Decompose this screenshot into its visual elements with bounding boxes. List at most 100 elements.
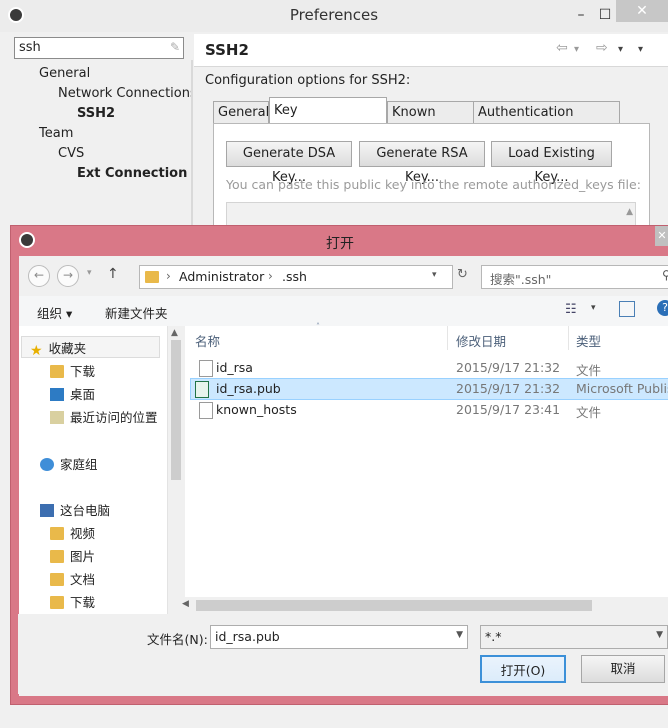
scroll-up-icon[interactable]: ▲ [171, 328, 178, 338]
column-separator[interactable] [568, 326, 569, 350]
filter-input[interactable]: ssh ✎ [14, 37, 184, 59]
filename-dropdown-icon[interactable]: ▼ [456, 630, 463, 640]
column-date[interactable]: 修改日期 [456, 331, 506, 350]
nav-videos[interactable]: 视频 [50, 523, 95, 542]
view-options-icon[interactable]: ☷ [565, 302, 577, 317]
folder-icon [145, 271, 159, 283]
scroll-up-icon[interactable]: ▲ [626, 207, 633, 217]
breadcrumb-separator-icon: › [268, 269, 273, 283]
command-bar: 组织 ▾ 新建文件夹 ☷ ▾ ? [19, 296, 668, 327]
page-title: SSH2 [205, 41, 249, 59]
refresh-icon[interactable]: ↻ [457, 267, 468, 282]
back-arrow-icon[interactable]: ⇦ [556, 40, 568, 56]
filename-input[interactable]: id_rsa.pub ▼ [210, 625, 468, 649]
tree-item-network-connections[interactable]: Network Connections [58, 86, 192, 101]
load-existing-key-button[interactable]: Load Existing Key... [491, 141, 612, 185]
nav-pictures-label: 图片 [70, 549, 96, 564]
organize-button[interactable]: 组织 ▾ [37, 303, 72, 322]
tree-item-general[interactable]: General [39, 66, 90, 81]
file-type-dropdown-icon[interactable]: ▼ [656, 630, 663, 640]
column-separator[interactable] [447, 326, 448, 350]
tab-authentication-methods[interactable]: Authentication Methods [473, 101, 620, 141]
recent-locations-icon[interactable]: ▾ [87, 268, 92, 278]
nav-videos-label: 视频 [70, 526, 96, 541]
nav-desktop-label: 桌面 [70, 387, 96, 402]
back-dropdown-icon[interactable]: ▾ [574, 44, 579, 55]
search-placeholder: 搜索".ssh" [490, 272, 552, 287]
preferences-tree: General Network Connections SSH2 Team CV… [14, 62, 192, 232]
forward-button[interactable]: → [57, 265, 79, 287]
nav-this-pc-label: 这台电脑 [60, 503, 111, 518]
nav-downloads[interactable]: 下载 [50, 361, 95, 380]
breadcrumb-administrator[interactable]: Administrator [179, 269, 264, 284]
nav-recent[interactable]: 最近访问的位置 [50, 407, 158, 426]
scroll-left-icon[interactable]: ◀ [182, 599, 189, 609]
help-icon[interactable]: ? [657, 300, 668, 316]
clear-filter-icon[interactable]: ✎ [170, 40, 180, 54]
desktop-icon [50, 388, 64, 401]
generate-dsa-button[interactable]: Generate DSA Key... [226, 141, 352, 185]
sash[interactable] [191, 60, 193, 240]
address-bar[interactable]: › Administrator › .ssh ▾ [139, 265, 453, 289]
file-row[interactable]: known_hosts 2015/9/17 23:41 文件 [181, 400, 665, 420]
file-type: 文件 [576, 405, 602, 420]
file-name: id_rsa [216, 360, 253, 375]
nav-documents-label: 文档 [70, 572, 96, 587]
cancel-button[interactable]: 取消 [581, 655, 665, 683]
sort-ascending-icon: ˄ [316, 322, 320, 331]
tab-key-management[interactable]: Key Management [269, 97, 387, 144]
file-type: 文件 [576, 363, 602, 378]
tree-item-ssh2[interactable]: SSH2 [77, 106, 115, 121]
file-row[interactable]: id_rsa 2015/9/17 21:32 文件 [181, 358, 665, 378]
close-button[interactable]: ✕ [616, 0, 668, 22]
address-dropdown-icon[interactable]: ▾ [432, 270, 437, 280]
generate-rsa-button[interactable]: Generate RSA Key... [359, 141, 485, 185]
file-date: 2015/9/17 21:32 [456, 381, 561, 396]
nav-scroll-thumb[interactable] [171, 340, 181, 480]
search-input[interactable]: 搜索".ssh" ⚲ [481, 265, 668, 289]
view-dropdown-icon[interactable]: ▾ [591, 303, 596, 313]
new-folder-button[interactable]: 新建文件夹 [105, 303, 168, 322]
breadcrumb-ssh[interactable]: .ssh [282, 269, 307, 284]
tab-known-hosts[interactable]: Known Hosts [387, 101, 475, 141]
file-type: Microsoft Publisher [576, 381, 668, 396]
tree-item-team[interactable]: Team [39, 126, 73, 141]
column-name[interactable]: 名称 [195, 331, 220, 350]
open-button[interactable]: 打开(O) [480, 655, 566, 683]
forward-arrow-icon[interactable]: ⇨ [596, 40, 608, 56]
maximize-button[interactable]: ☐ [596, 6, 614, 24]
column-type[interactable]: 类型 [576, 331, 601, 350]
nav-downloads-2[interactable]: 下载 [50, 592, 95, 611]
config-description: Configuration options for SSH2: [205, 73, 411, 88]
preferences-title: Preferences [289, 6, 379, 24]
nav-desktop[interactable]: 桌面 [50, 384, 95, 403]
up-arrow-icon[interactable]: ↑ [107, 266, 119, 282]
minimize-button[interactable]: – [572, 6, 590, 24]
filename-value: id_rsa.pub [215, 629, 280, 644]
preview-pane-icon[interactable] [619, 301, 635, 317]
forward-dropdown-icon[interactable]: ▾ [618, 44, 623, 55]
star-icon: ★ [30, 343, 43, 359]
view-menu-icon[interactable]: ▾ [638, 44, 643, 55]
tab-general[interactable]: General [213, 101, 269, 123]
tree-item-ext-connection[interactable]: Ext Connection Method [77, 166, 192, 181]
nav-this-pc[interactable]: 这台电脑 [40, 500, 110, 519]
nav-homegroup[interactable]: 家庭组 [40, 454, 98, 473]
horizontal-scroll-thumb[interactable] [196, 600, 592, 611]
nav-pictures[interactable]: 图片 [50, 546, 95, 565]
nav-favorites-label: 收藏夹 [48, 341, 87, 356]
filename-label: 文件名(N): [147, 632, 208, 647]
file-row-selected[interactable]: id_rsa.pub 2015/9/17 21:32 Microsoft Pub… [190, 378, 668, 400]
dialog-title: 打开 [326, 236, 354, 252]
nav-documents[interactable]: 文档 [50, 569, 95, 588]
file-type-select[interactable]: *.* ▼ [480, 625, 668, 649]
downloads-folder-icon [50, 596, 64, 609]
dialog-close-button[interactable]: ✕ [655, 226, 668, 246]
back-button[interactable]: ← [28, 265, 50, 287]
breadcrumb-separator-icon: › [166, 269, 171, 283]
tree-item-cvs[interactable]: CVS [58, 146, 84, 161]
nav-favorites[interactable]: ★ 收藏夹 [30, 338, 87, 359]
paste-hint: You can paste this public key into the r… [226, 177, 641, 192]
computer-icon [40, 504, 54, 517]
file-type-filter: *.* [485, 629, 502, 644]
